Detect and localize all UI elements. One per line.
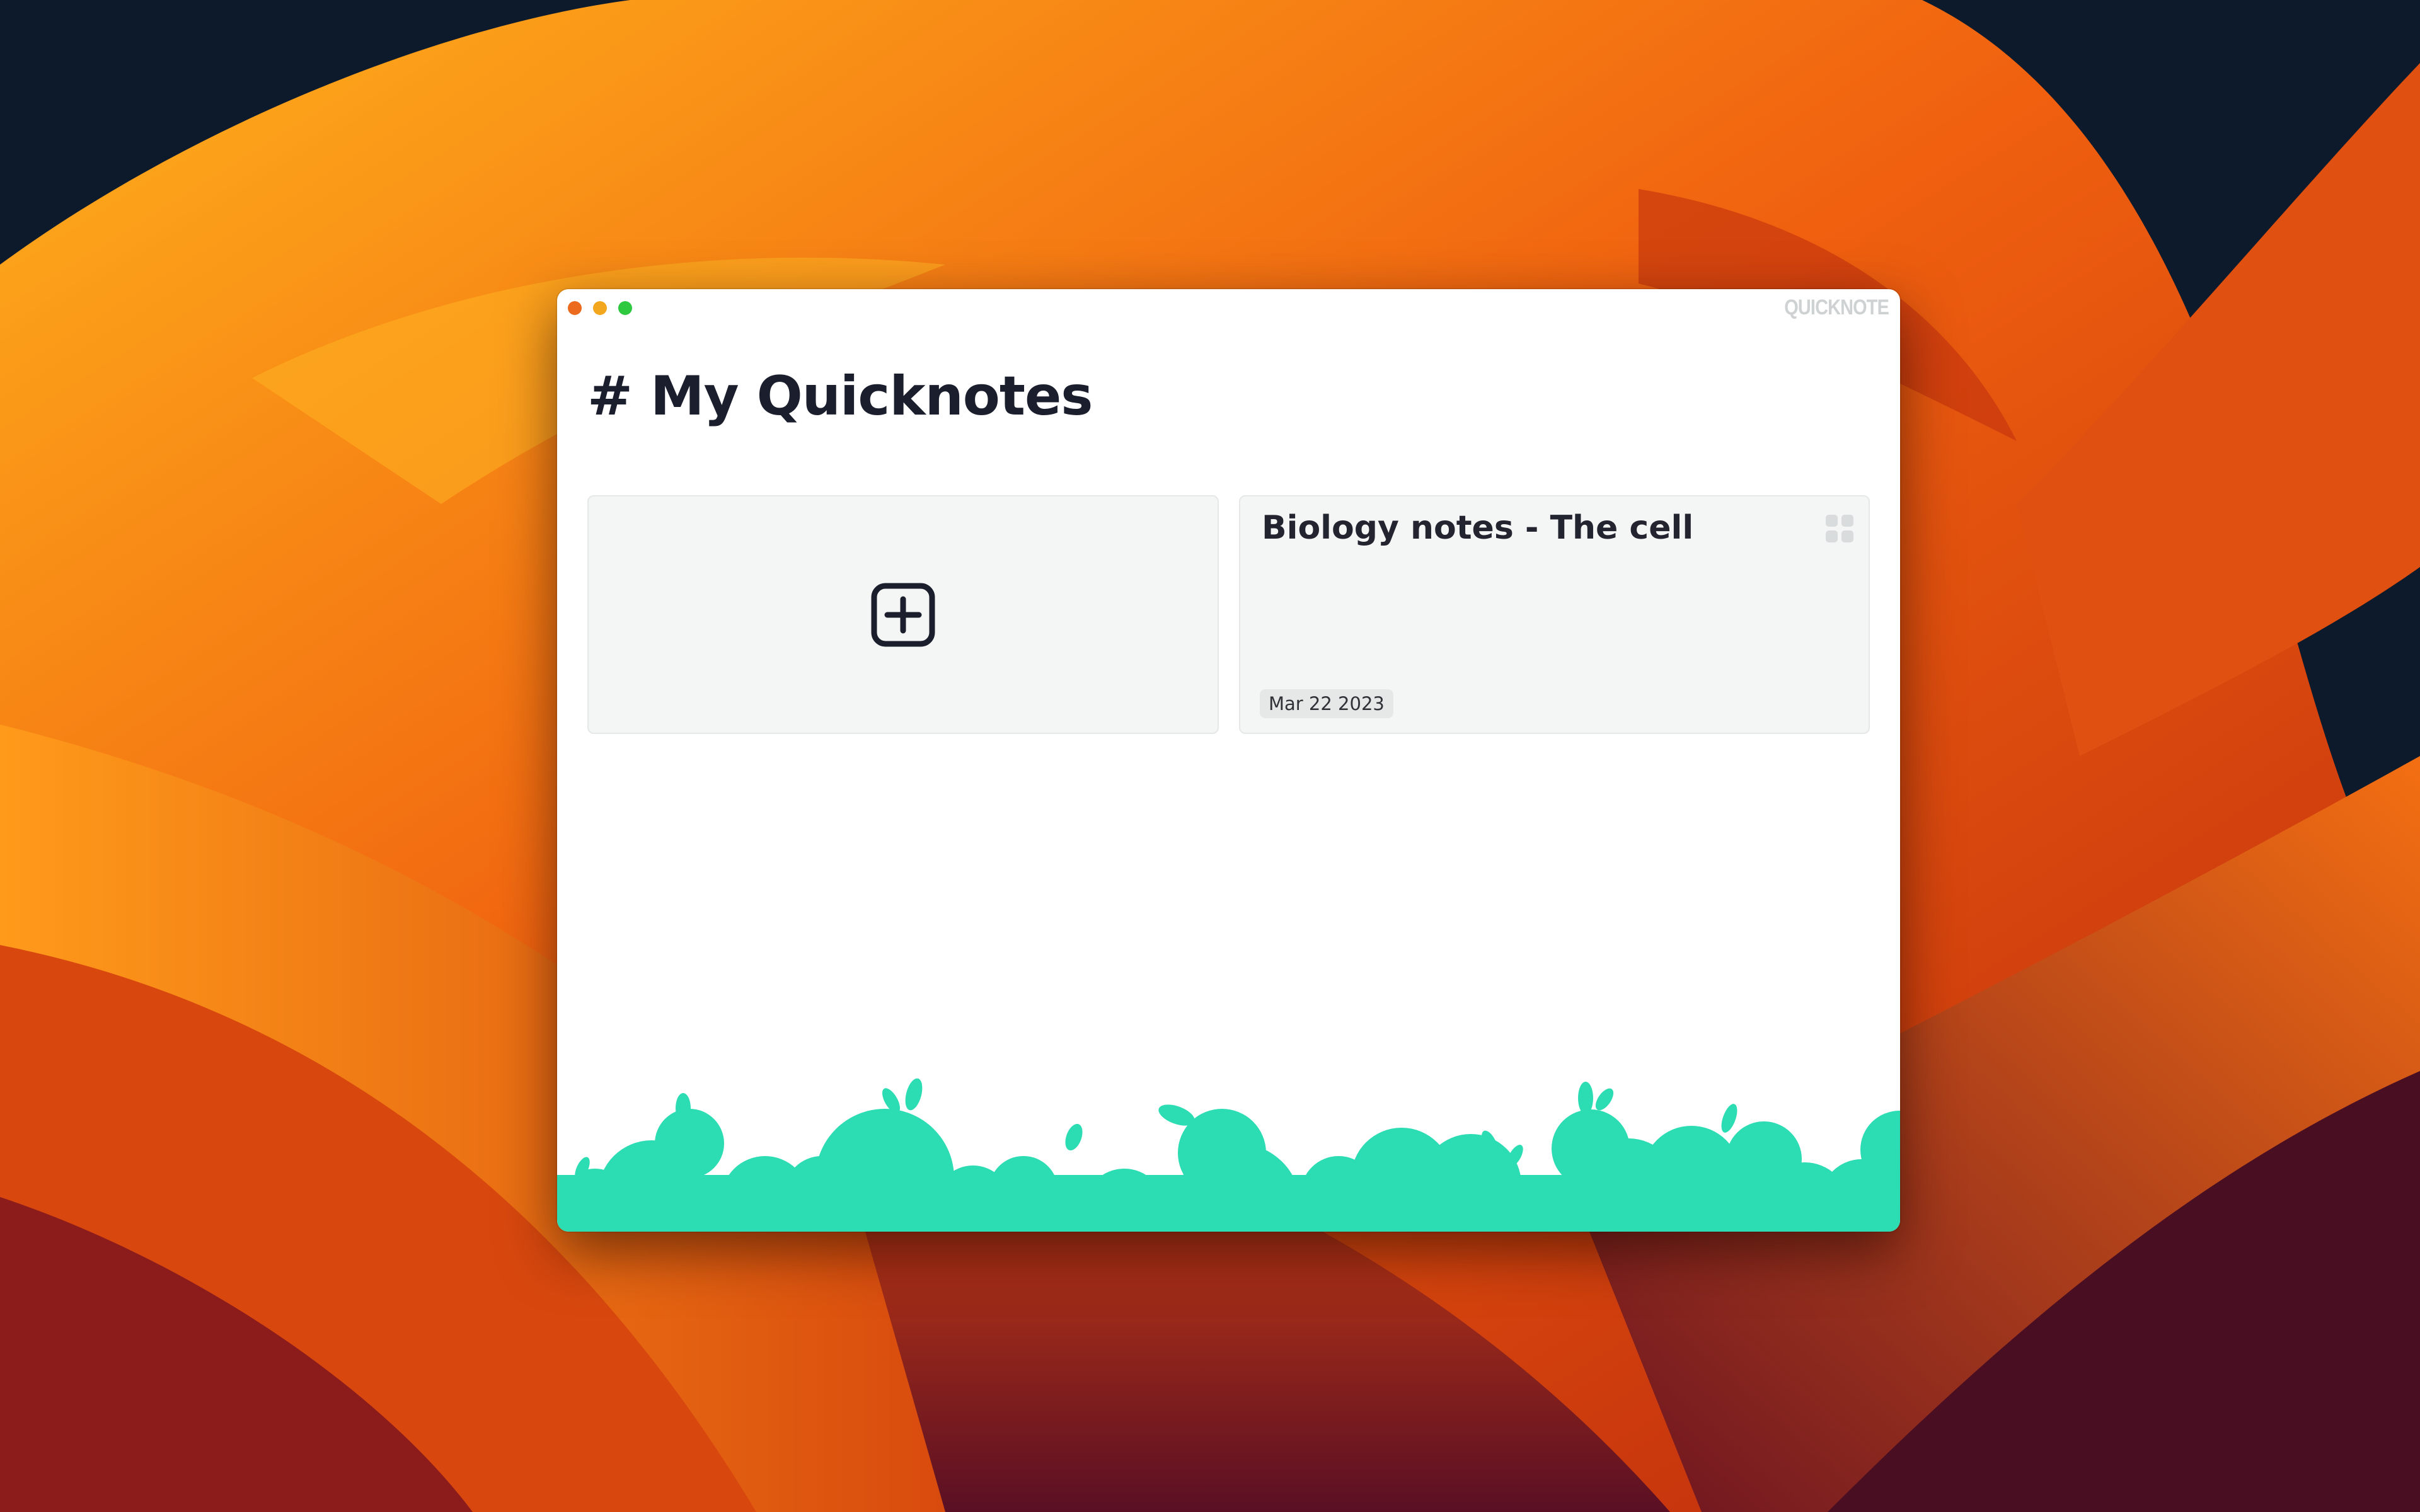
app-window: QUICKNOTE # My Quicknotes Biology notes … xyxy=(557,289,1900,1232)
close-window-button[interactable] xyxy=(568,301,582,315)
plus-square-icon xyxy=(871,583,935,646)
foliage-illustration xyxy=(557,1078,1900,1232)
note-date-badge: Mar 22 2023 xyxy=(1260,689,1393,718)
title-bar[interactable]: QUICKNOTE xyxy=(557,289,1900,324)
new-note-card[interactable] xyxy=(587,495,1219,734)
app-brand: QUICKNOTE xyxy=(1784,295,1889,319)
note-title: Biology notes - The cell xyxy=(1262,509,1694,547)
minimize-window-button[interactable] xyxy=(593,301,607,315)
grid-icon[interactable] xyxy=(1824,513,1855,544)
maximize-window-button[interactable] xyxy=(618,301,632,315)
page-title: # My Quicknotes xyxy=(587,365,1093,428)
note-card[interactable]: Biology notes - The cell Mar 22 2023 xyxy=(1239,495,1870,734)
